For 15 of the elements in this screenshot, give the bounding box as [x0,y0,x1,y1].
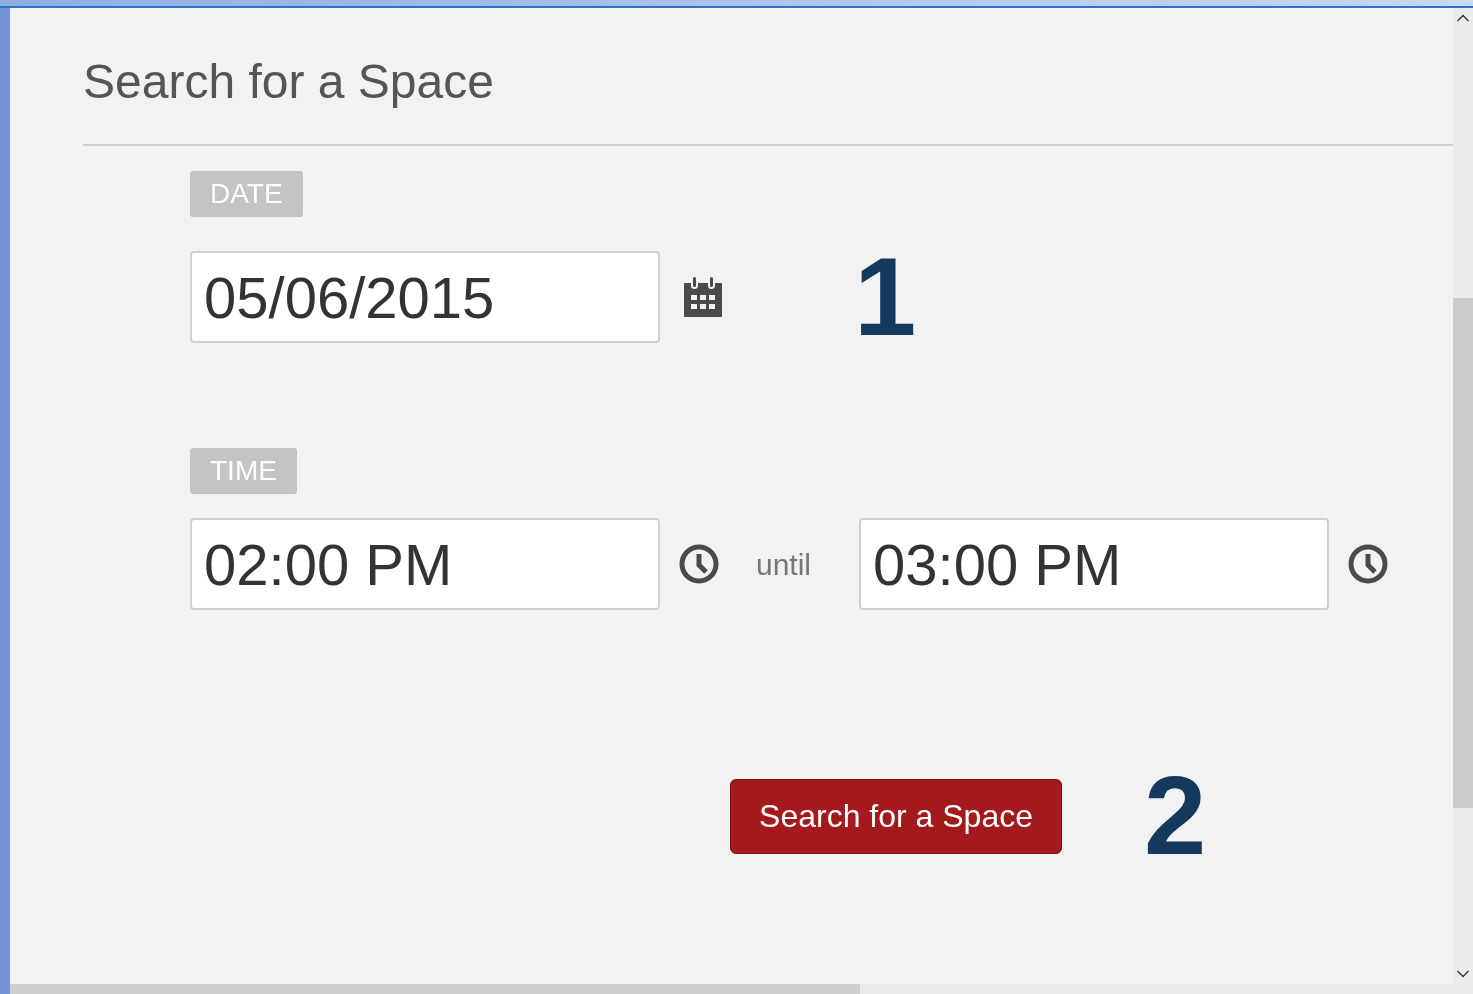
clock-icon[interactable] [1347,543,1390,585]
input-field[interactable]: 02:00 PM [190,518,660,610]
horizontal-scrollbar[interactable] [10,984,1473,994]
clock-icon[interactable] [678,543,720,585]
input-field[interactable]: 03:00 PM [859,518,1330,610]
field-label: DATE [190,171,303,217]
field-label: TIME [190,448,297,494]
input-field[interactable]: 05/06/2015 [190,251,660,343]
vertical-scrollbar[interactable] [1453,8,1473,984]
separator-text: until [756,546,812,583]
calendar-icon[interactable] [682,275,724,319]
search-button[interactable]: Search for a Space [730,778,1062,854]
step-number: 2 [1144,753,1207,878]
step-number: 1 [854,234,917,359]
page-heading: Search for a Space [83,58,495,106]
